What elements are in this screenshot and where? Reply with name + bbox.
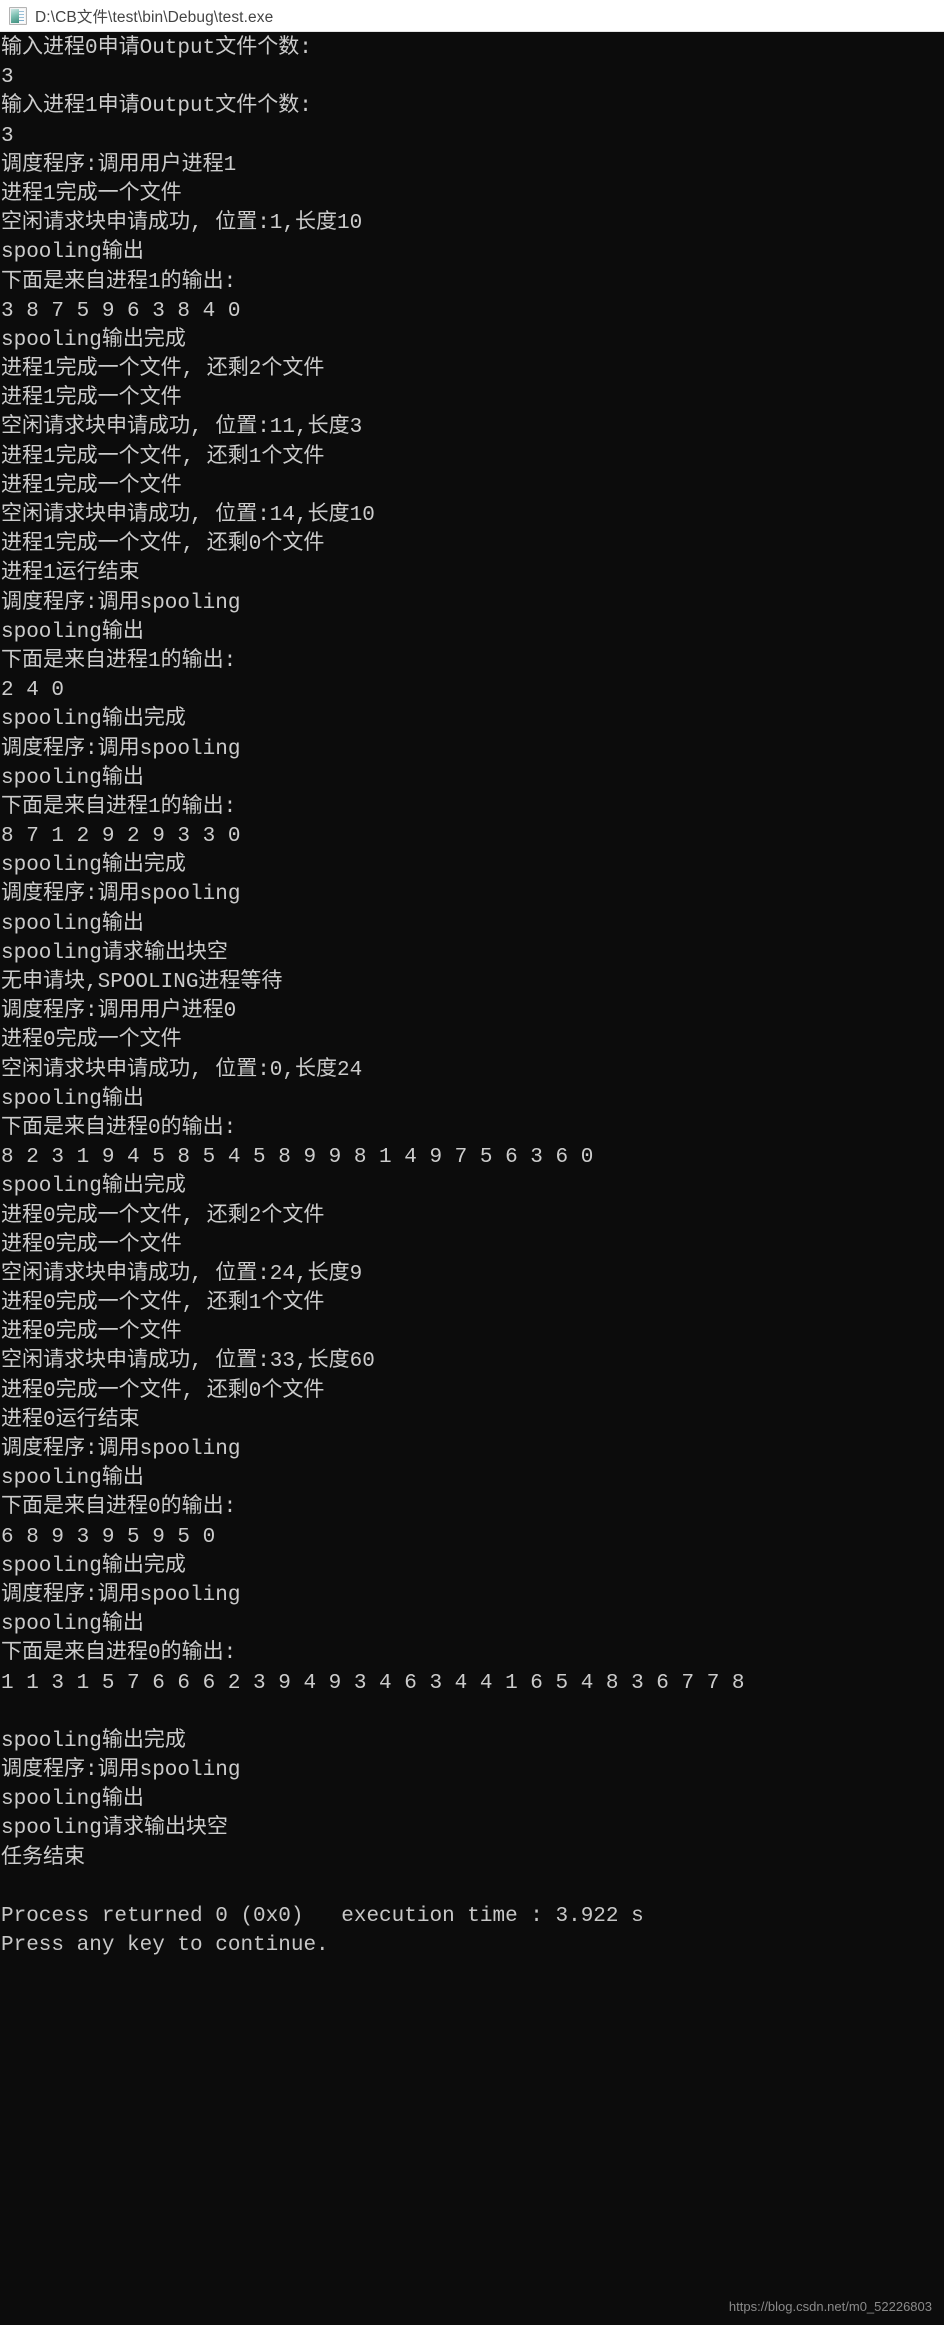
console-line: spooling输出	[1, 1467, 144, 1491]
console-line: spooling输出	[1, 766, 144, 790]
console-line: spooling输出	[1, 1613, 144, 1637]
console-line: 调度程序:调用spooling	[1, 737, 241, 761]
window-title-text: D:\CB文件\test\bin\Debug\test.exe	[35, 8, 274, 26]
console-line: 下面是来自进程1的输出:	[1, 795, 237, 819]
window-title-bar: D:\CB文件\test\bin\Debug\test.exe	[0, 0, 944, 32]
console-line: 2 4 0	[1, 679, 77, 703]
console-line: 无申请块,SPOOLING进程等待	[1, 971, 283, 994]
console-exit-line: Press any key to continue.	[1, 1934, 329, 1958]
console-line: spooling输出完成	[1, 1554, 186, 1578]
console-line: 1 1 3 1 5 7 6 6 6 2 3 9 4 9 3 4 6 3 4 4 …	[1, 1671, 745, 1695]
console-line: spooling输出完成	[1, 1729, 186, 1753]
console-line: 3 8 7 5 9 6 3 8 4 0	[1, 299, 254, 323]
console-line: 进程1运行结束	[1, 562, 140, 586]
console-line: 调度程序:调用spooling	[1, 1583, 241, 1607]
console-line: 空闲请求块申请成功, 位置:33,长度60	[1, 1350, 375, 1374]
console-line: 下面是来自进程0的输出:	[1, 1642, 237, 1666]
console-line: 进程1完成一个文件, 还剩2个文件	[1, 358, 325, 382]
console-line: 空闲请求块申请成功, 位置:11,长度3	[1, 416, 363, 440]
console-line: 下面是来自进程1的输出:	[1, 649, 237, 673]
console-exit-message-list: Process returned 0 (0x0) execution time …	[1, 1902, 944, 1960]
console-line: 进程1完成一个文件	[1, 474, 182, 498]
console-exit-line: Process returned 0 (0x0) execution time …	[1, 1905, 644, 1928]
console-line: 进程0完成一个文件, 还剩0个文件	[1, 1379, 325, 1403]
console-line: 调度程序:调用用户进程0	[1, 1000, 237, 1024]
console-line: spooling请求输出块空	[1, 1817, 228, 1841]
console-line: 输入进程1申请Output文件个数:	[1, 95, 312, 119]
console-line: 下面是来自进程0的输出:	[1, 1116, 237, 1140]
console-line: spooling输出	[1, 912, 144, 936]
console-line: spooling输出完成	[1, 708, 186, 732]
console-line: 8 2 3 1 9 4 5 8 5 4 5 8 9 9 8 1 4 9 7 5 …	[1, 1146, 606, 1170]
console-line: 调度程序:调用spooling	[1, 1759, 241, 1783]
console-line: 6 8 9 3 9 5 9 5 0	[1, 1525, 228, 1549]
console-line: spooling输出完成	[1, 1175, 186, 1199]
console-line: 空闲请求块申请成功, 位置:24,长度9	[1, 1262, 363, 1286]
console-line: spooling请求输出块空	[1, 941, 228, 965]
console-output-area[interactable]: 输入进程0申请Output文件个数: 3 输入进程1申请Output文件个数: 3 调度…	[0, 32, 944, 2325]
console-line: 进程0完成一个文件	[1, 1029, 182, 1053]
console-line: 3	[1, 66, 14, 90]
console-icon-left-pane	[11, 8, 19, 23]
console-line: 下面是来自进程1的输出:	[1, 270, 237, 294]
console-line: 空闲请求块申请成功, 位置:14,长度10	[1, 504, 375, 527]
console-line: 8 7 1 2 9 2 9 3 3 0	[1, 825, 254, 849]
console-line: 任务结束	[1, 1846, 85, 1870]
console-line: 输入进程0申请Output文件个数:	[1, 37, 312, 60]
watermark-url: https://blog.csdn.net/m0_52226803	[728, 2299, 932, 2314]
console-line: 进程0运行结束	[1, 1408, 140, 1432]
console-line: 下面是来自进程0的输出:	[1, 1496, 237, 1520]
console-line: spooling输出完成	[1, 854, 186, 878]
console-line: 调度程序:调用spooling	[1, 591, 241, 615]
console-blank-separator	[1, 1873, 944, 1902]
console-line: 进程0完成一个文件, 还剩1个文件	[1, 1292, 325, 1316]
console-line: spooling输出	[1, 620, 144, 644]
console-line: 进程1完成一个文件, 还剩0个文件	[1, 533, 325, 557]
console-line-list: 输入进程0申请Output文件个数: 3 输入进程1申请Output文件个数: 3 调度…	[1, 34, 944, 1873]
console-line: 3	[1, 124, 14, 148]
console-line: 空闲请求块申请成功, 位置:0,长度24	[1, 1058, 363, 1082]
console-line: spooling输出	[1, 1087, 144, 1111]
console-line: 进程0完成一个文件	[1, 1233, 182, 1257]
console-line: 进程0完成一个文件, 还剩2个文件	[1, 1204, 325, 1228]
console-line: 进程1完成一个文件	[1, 387, 182, 411]
console-icon-right-pane	[19, 8, 25, 23]
console-app-icon	[9, 6, 27, 25]
console-line: 进程1完成一个文件, 还剩1个文件	[1, 445, 325, 469]
console-line: spooling输出完成	[1, 328, 186, 352]
console-line: 调度程序:调用spooling	[1, 1438, 241, 1461]
console-line: 进程1完成一个文件	[1, 182, 182, 206]
console-line: 进程0完成一个文件	[1, 1321, 182, 1345]
console-line: spooling输出	[1, 241, 144, 265]
console-line: 空闲请求块申请成功, 位置:1,长度10	[1, 212, 363, 236]
console-line: 调度程序:调用用户进程1	[1, 153, 237, 177]
console-line: spooling输出	[1, 1788, 144, 1812]
console-line: 调度程序:调用spooling	[1, 883, 241, 907]
